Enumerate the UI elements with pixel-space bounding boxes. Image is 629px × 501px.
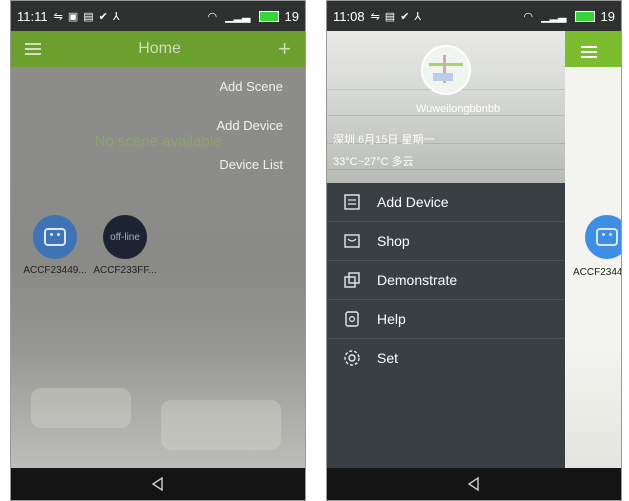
avatar[interactable] (421, 45, 471, 95)
image-icon: ▣ (67, 10, 79, 23)
app-header: Home + (11, 31, 305, 67)
menu-item-device-list[interactable]: Device List (185, 145, 305, 184)
drawer-item-label: Set (377, 350, 399, 366)
phone-screen-drawer: 11:08 ⇋ ▤ ✔ ⅄ ◠ ▁▂▃ 19 ACCF2344 Wuweilon… (326, 0, 622, 501)
device-label: ACCF23449... (23, 265, 87, 276)
hamburger-icon[interactable] (25, 40, 41, 58)
usb-icon: ⇋ (53, 10, 63, 23)
signal-icon: ▁▂▃ (225, 10, 251, 23)
device-tile[interactable]: off-line ACCF233FF... (89, 215, 161, 276)
add-device-icon (343, 193, 361, 211)
hamburger-icon[interactable] (581, 43, 597, 61)
back-icon[interactable] (150, 476, 166, 492)
device-label: ACCF2344 (573, 267, 622, 278)
drawer-item-label: Demonstrate (377, 272, 458, 288)
date-line: 深圳 6月15日 星期一 (333, 134, 435, 146)
status-time: 11:11 (17, 8, 48, 24)
status-bar: 11:08 ⇋ ▤ ✔ ⅄ ◠ ▁▂▃ 19 (327, 1, 621, 31)
navigation-bar (327, 468, 621, 500)
signal-icon: ▁▂▃ (541, 10, 567, 23)
room-background (565, 348, 621, 468)
drawer-item-shop[interactable]: Shop (327, 222, 565, 261)
drawer-item-add-device[interactable]: Add Device (327, 183, 565, 222)
menu-item-add-scene[interactable]: Add Scene (185, 67, 305, 106)
demonstrate-icon (343, 271, 361, 289)
status-time: 11:08 (333, 8, 365, 24)
navigation-bar (11, 468, 305, 500)
drawer-item-label: Shop (377, 233, 410, 249)
wifi-icon: ◠ (207, 10, 218, 23)
device-plug-icon[interactable] (585, 215, 621, 259)
drawer-item-label: Help (377, 311, 406, 327)
drawer-item-help[interactable]: Help (327, 300, 565, 339)
menu-item-add-device[interactable]: Add Device (185, 106, 305, 145)
wifi-icon: ◠ (523, 10, 534, 23)
settings-gear-icon (343, 349, 361, 367)
android-icon: ⅄ (414, 10, 422, 23)
sofa-decor (31, 388, 131, 428)
sofa-decor (161, 400, 281, 450)
battery-level: 19 (284, 8, 299, 24)
drawer-item-demonstrate[interactable]: Demonstrate (327, 261, 565, 300)
drawer-item-label: Add Device (377, 194, 449, 210)
peek-header (565, 31, 621, 67)
status-bar: 11:11 ⇋ ▣ ▤ ✔ ⅄ ◠ ▁▂▃ 19 (11, 1, 305, 31)
drawer-profile-header: Wuweilongbbnbb 深圳 6月15日 星期一 33°C~27°C 多云 (327, 31, 565, 183)
check-icon: ✔ (400, 10, 410, 23)
home-peek[interactable]: ACCF2344 (565, 31, 621, 468)
add-menu-dropdown: Add Scene Add Device Device List (185, 67, 305, 184)
battery-icon (574, 10, 595, 22)
navigation-drawer: Add Device Shop Demonstrate Help Set (327, 183, 565, 468)
username: Wuweilongbbnbb (415, 103, 501, 115)
back-icon[interactable] (466, 476, 482, 492)
help-icon (343, 310, 361, 328)
device-label: ACCF233FF... (93, 265, 157, 276)
battery-level: 19 (600, 8, 615, 24)
battery-icon (258, 10, 279, 22)
plus-icon[interactable]: + (278, 36, 291, 62)
device-offline-icon[interactable]: off-line (103, 215, 147, 259)
message-icon: ▤ (83, 10, 94, 23)
weather-line: 33°C~27°C 多云 (333, 156, 414, 168)
usb-icon: ⇋ (370, 10, 380, 23)
check-icon: ✔ (98, 10, 108, 23)
page-title: Home (138, 40, 181, 57)
drawer-item-set[interactable]: Set (327, 339, 565, 377)
device-plug-icon[interactable] (33, 215, 77, 259)
phone-screen-home: 11:11 ⇋ ▣ ▤ ✔ ⅄ ◠ ▁▂▃ 19 Home + No scene… (10, 0, 306, 501)
device-state: off-line (110, 231, 140, 243)
shop-icon (343, 232, 361, 250)
message-icon: ▤ (384, 10, 396, 23)
android-icon: ⅄ (112, 10, 120, 23)
device-tile[interactable]: ACCF23449... (19, 215, 91, 276)
